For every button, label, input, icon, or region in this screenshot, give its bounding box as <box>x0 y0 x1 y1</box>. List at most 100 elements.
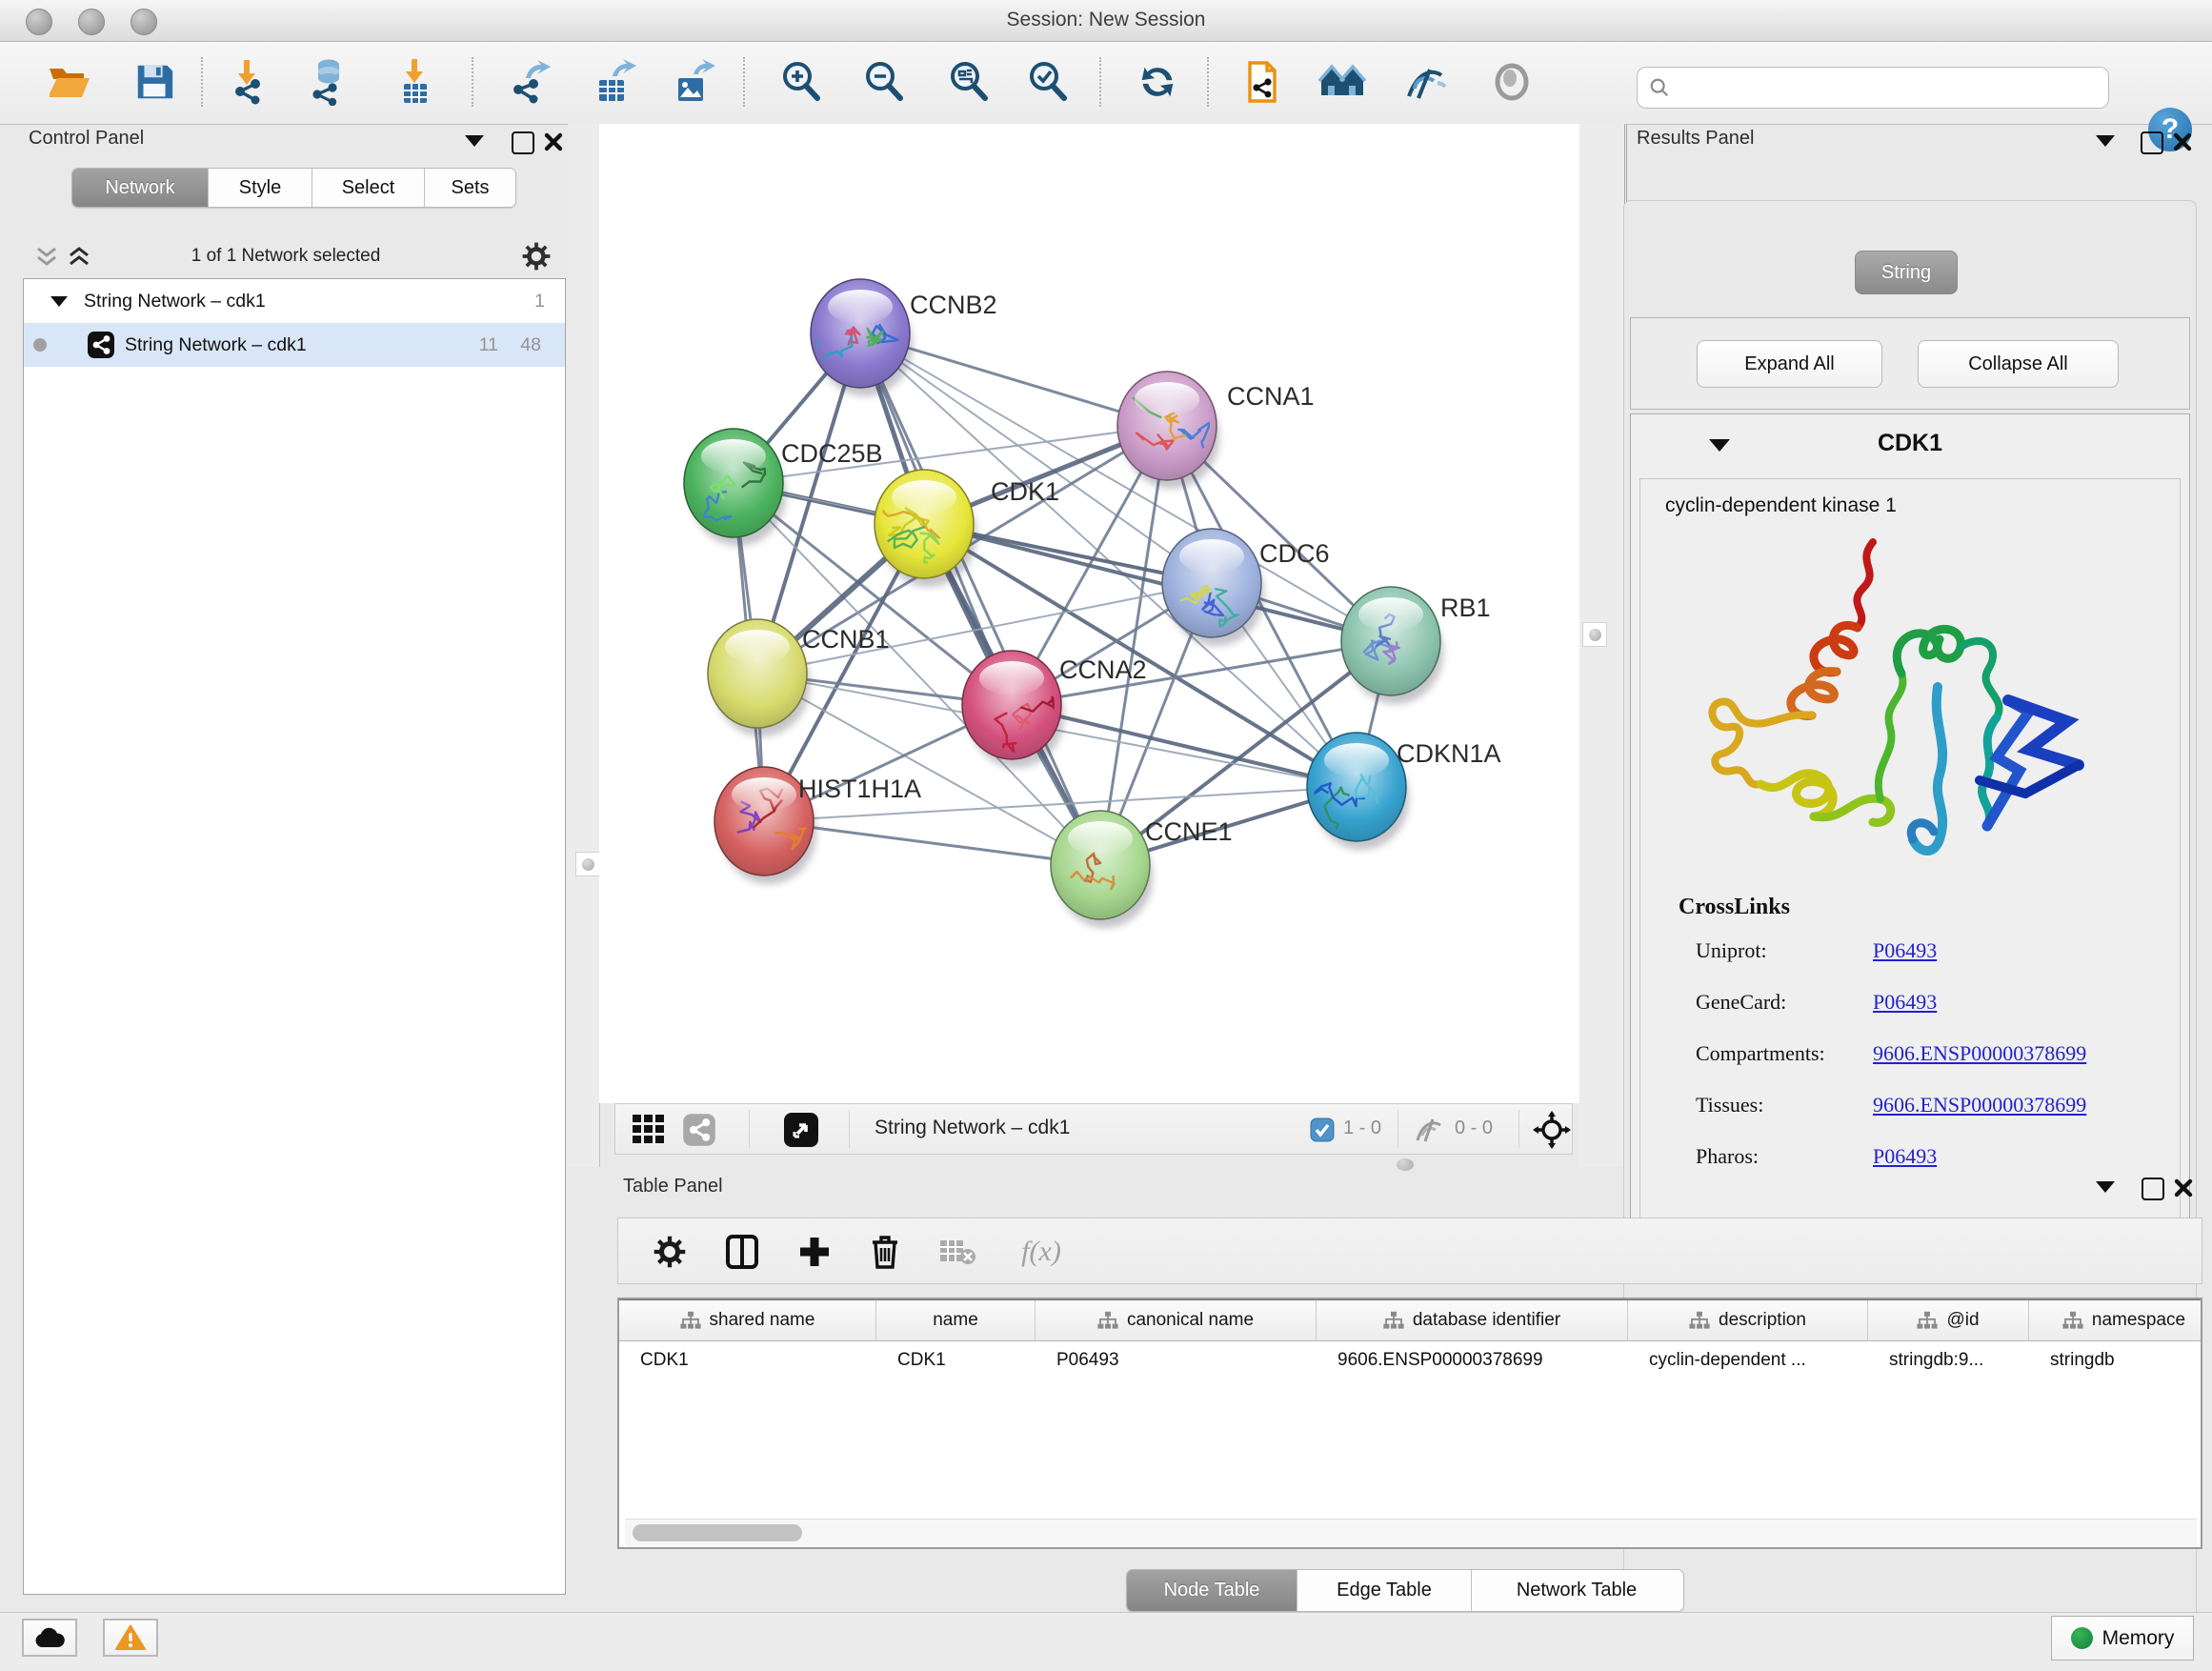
panel-menu-icon[interactable] <box>465 135 484 147</box>
expand-all-button[interactable]: Expand All <box>1697 340 1882 388</box>
import-network-file-button[interactable] <box>225 57 274 107</box>
fit-content-crosshair-icon[interactable] <box>1533 1111 1571 1149</box>
collection-expand-icon[interactable] <box>50 296 68 307</box>
network-row-selected[interactable]: String Network – cdk1 11 48 <box>24 323 565 367</box>
tab-network[interactable]: Network <box>72 169 209 207</box>
save-session-button[interactable] <box>130 57 179 107</box>
card-collapse-icon[interactable] <box>1709 439 1730 452</box>
tab-edge-table[interactable]: Edge Table <box>1297 1570 1472 1611</box>
network-node-CDC6[interactable]: CDC6 <box>1162 529 1330 646</box>
table-cell[interactable]: 9606.ENSP00000378699 <box>1317 1341 1628 1379</box>
crosslink-link[interactable]: P06493 <box>1873 1144 1937 1169</box>
crosslink-link[interactable]: P06493 <box>1873 990 1937 1015</box>
network-node-CCNA1[interactable]: CCNA1 <box>1097 372 1315 489</box>
network-canvas[interactable]: CCNB2CCNA1CDC25BCDK1CDC6RB1CCNB1CCNA2CDK… <box>599 124 1579 1103</box>
import-table-icon <box>392 59 438 105</box>
export-table-button[interactable] <box>590 57 639 107</box>
column-header-shared-name[interactable]: shared name <box>619 1300 876 1340</box>
table-cell[interactable]: stringdb:9... <box>1868 1341 2029 1379</box>
crosslink-link[interactable]: P06493 <box>1873 938 1937 963</box>
table-hscrollbar[interactable] <box>625 1519 2197 1546</box>
control-panel: Control Panel Network Style Select Sets … <box>0 124 568 1612</box>
float-panel-icon[interactable] <box>2142 1178 2164 1200</box>
hide-selected-button[interactable] <box>1317 57 1367 107</box>
import-table-file-button[interactable] <box>391 57 440 107</box>
collapse-all-button[interactable]: Collapse All <box>1918 340 2119 388</box>
tab-string[interactable]: String <box>1855 251 1958 294</box>
table-data-row[interactable]: CDK1CDK1P064939606.ENSP00000378699cyclin… <box>619 1341 2201 1379</box>
tab-sets[interactable]: Sets <box>425 169 515 207</box>
apply-layout-button[interactable] <box>1133 57 1182 107</box>
first-neighbors-button[interactable] <box>1238 57 1288 107</box>
search-box[interactable] <box>1637 67 2109 109</box>
panel-menu-icon[interactable] <box>2096 135 2115 147</box>
open-session-button[interactable] <box>44 57 93 107</box>
create-column-button[interactable] <box>792 1229 837 1275</box>
network-collection-row[interactable]: String Network – cdk1 1 <box>24 279 565 323</box>
search-input[interactable] <box>1678 76 2108 99</box>
zoom-fit-button[interactable] <box>944 57 994 107</box>
cloud-status-button[interactable] <box>22 1619 77 1657</box>
table-options-button[interactable] <box>647 1229 693 1275</box>
left-splitter[interactable] <box>568 124 600 1167</box>
hscrollbar-thumb[interactable] <box>633 1524 802 1541</box>
delete-column-button[interactable] <box>862 1229 908 1275</box>
hide-unhide-button[interactable] <box>1400 57 1450 107</box>
network-node-RB1[interactable]: RB1 <box>1341 587 1491 704</box>
gene-name: CDK1 <box>1755 430 2065 457</box>
close-panel-icon[interactable] <box>2173 1178 2194 1198</box>
show-eye-button[interactable] <box>1487 57 1537 107</box>
column-header--id[interactable]: @id <box>1868 1300 2029 1340</box>
close-panel-icon[interactable] <box>543 131 564 152</box>
column-header-database-identifier[interactable]: database identifier <box>1317 1300 1628 1340</box>
right-splitter[interactable] <box>1579 124 1627 1167</box>
memory-button[interactable]: Memory <box>2051 1616 2194 1661</box>
network-view-icon[interactable] <box>682 1113 716 1147</box>
detach-view-icon[interactable] <box>783 1112 819 1148</box>
crosslink-link[interactable]: 9606.ENSP00000378699 <box>1873 1093 2086 1117</box>
close-panel-icon[interactable] <box>2172 131 2193 152</box>
network-node-CDKN1A[interactable]: CDKN1A <box>1307 733 1501 850</box>
network-node-CCNE1[interactable]: CCNE1 <box>1051 811 1233 928</box>
tab-network-table[interactable]: Network Table <box>1472 1570 1681 1611</box>
network-node-CCNB2[interactable]: CCNB2 <box>811 279 997 396</box>
zoom-out-button[interactable] <box>859 57 909 107</box>
network-options-gear-icon[interactable] <box>522 242 551 271</box>
table-panel: Table Panel f(x) shared n <box>598 1170 2212 1612</box>
network-node-HIST1H1A[interactable]: HIST1H1A <box>714 767 921 884</box>
network-edge-count: 48 <box>520 334 541 356</box>
panel-menu-icon[interactable] <box>2096 1181 2115 1193</box>
tab-node-table[interactable]: Node Table <box>1127 1570 1297 1611</box>
show-column-button[interactable] <box>719 1229 765 1275</box>
export-image-button[interactable] <box>669 57 718 107</box>
column-header-name[interactable]: name <box>876 1300 1036 1340</box>
expand-all-icon[interactable] <box>67 246 91 269</box>
column-header-namespace[interactable]: namespace <box>2029 1300 2202 1340</box>
export-network-button[interactable] <box>505 57 554 107</box>
zoom-fit-icon <box>946 59 992 105</box>
crosslink-link[interactable]: 9606.ENSP00000378699 <box>1873 1041 2086 1066</box>
table-cell[interactable]: P06493 <box>1036 1341 1317 1379</box>
float-panel-icon[interactable] <box>512 131 534 154</box>
tab-style[interactable]: Style <box>209 169 312 207</box>
network-node-CDC25B[interactable]: CDC25B <box>684 429 883 546</box>
selected-checkbox-icon[interactable] <box>1310 1117 1335 1142</box>
import-network-from-database-button[interactable] <box>304 57 353 107</box>
table-cell[interactable]: CDK1 <box>619 1341 876 1379</box>
table-cell[interactable]: stringdb <box>2029 1341 2202 1379</box>
zoom-selected-button[interactable] <box>1023 57 1073 107</box>
column-label: canonical name <box>1127 1310 1254 1331</box>
collapse-all-icon[interactable] <box>34 246 59 269</box>
warnings-button[interactable] <box>103 1619 158 1657</box>
right-splitter-handle[interactable] <box>1582 622 1607 647</box>
tab-select[interactable]: Select <box>312 169 425 207</box>
column-header-description[interactable]: description <box>1628 1300 1868 1340</box>
left-splitter-handle[interactable] <box>575 852 600 876</box>
app-window: Session: New Session <box>0 0 2212 1671</box>
table-cell[interactable]: cyclin-dependent ... <box>1628 1341 1868 1379</box>
table-cell[interactable]: CDK1 <box>876 1341 1036 1379</box>
grid-view-icon[interactable] <box>633 1115 665 1145</box>
column-header-canonical-name[interactable]: canonical name <box>1036 1300 1317 1340</box>
zoom-in-button[interactable] <box>776 57 826 107</box>
float-panel-icon[interactable] <box>2141 131 2163 154</box>
